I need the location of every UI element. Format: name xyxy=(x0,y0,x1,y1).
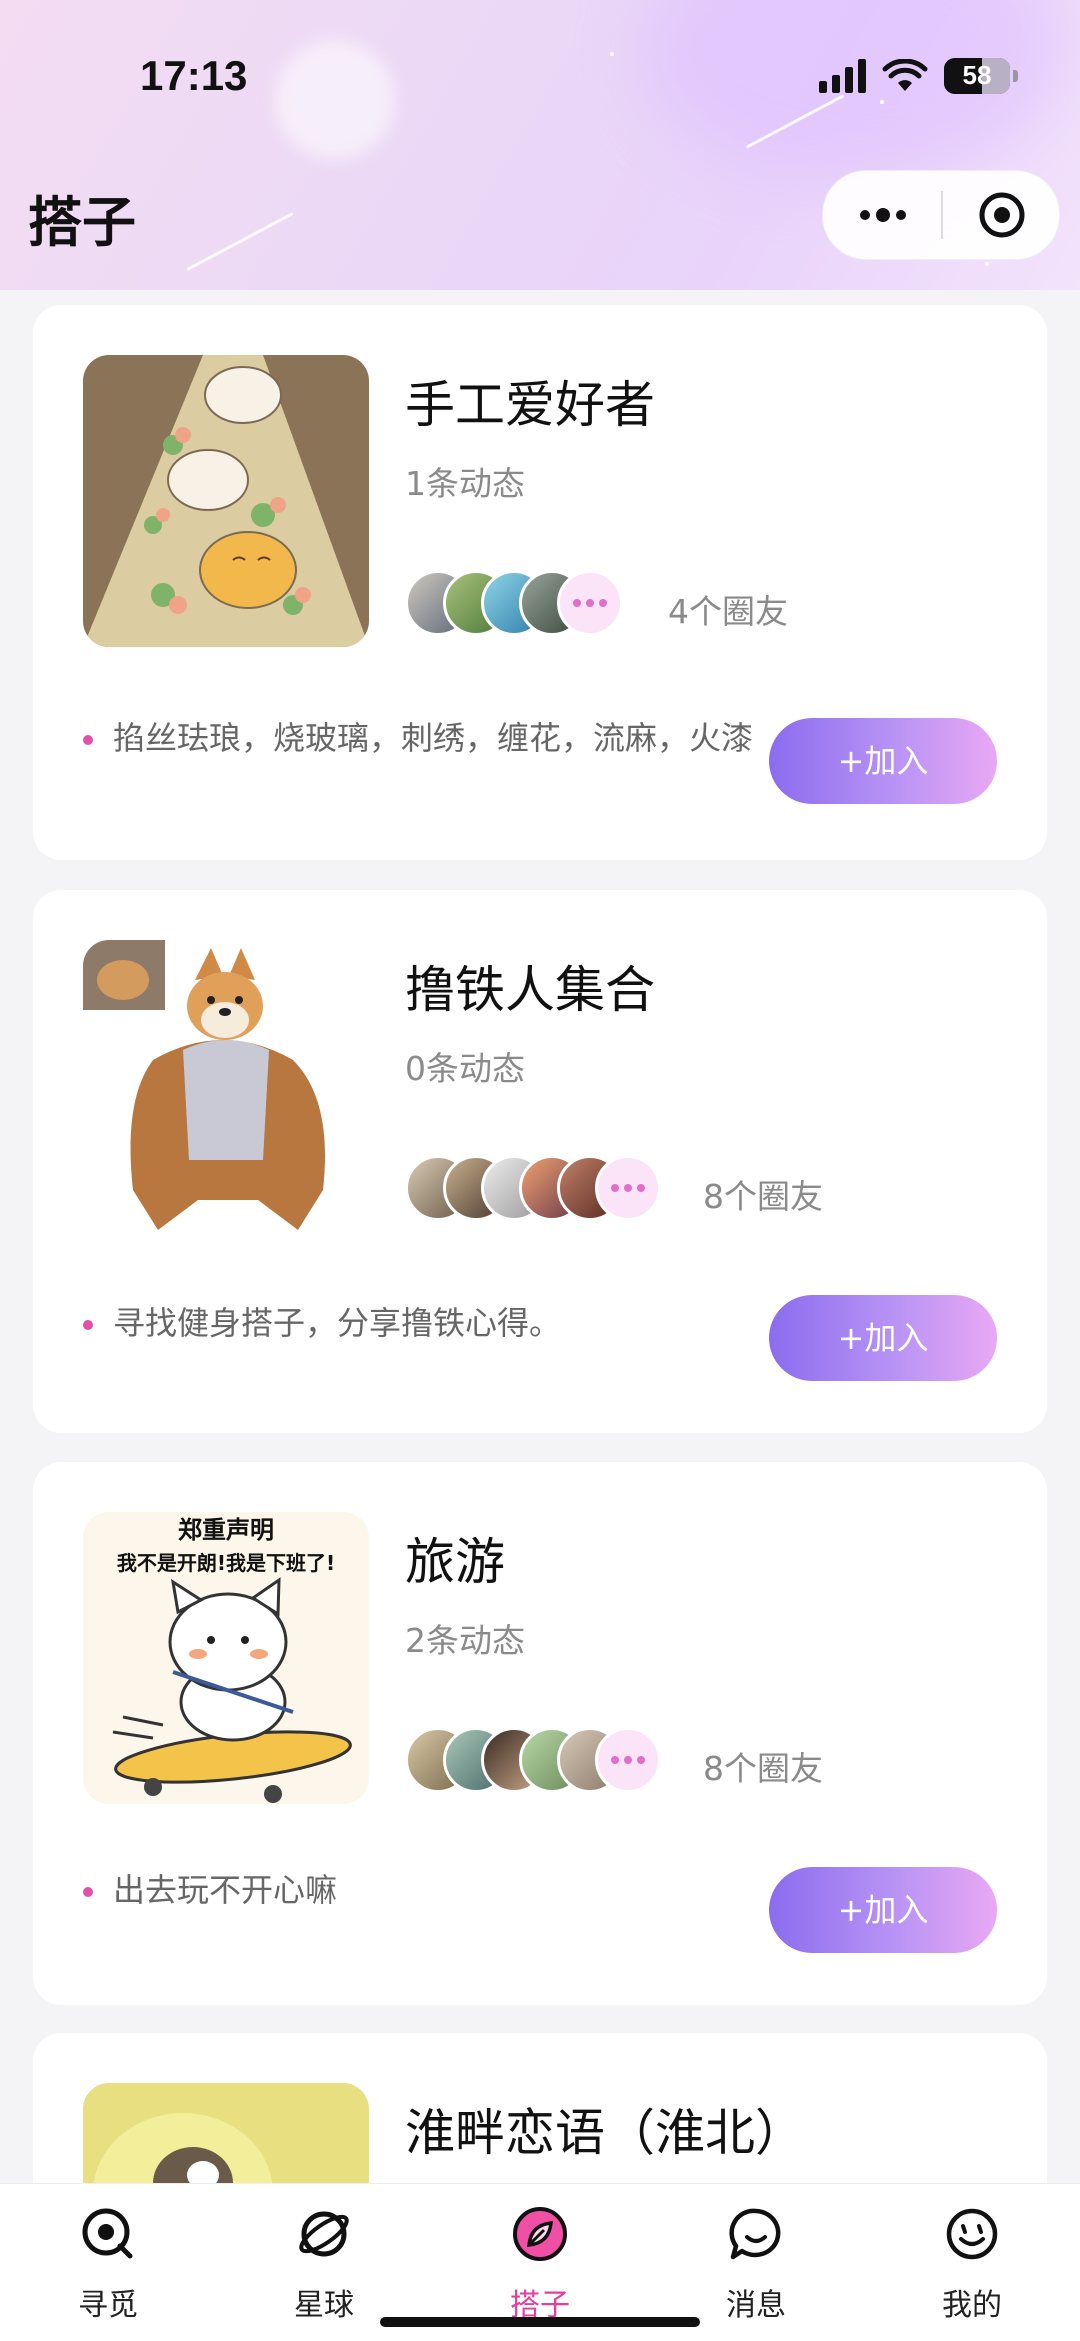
meme-text-line2: 我不是开朗!我是下班了! xyxy=(117,1551,335,1575)
group-card[interactable]: 手工爱好者 1条动态 4个圈友 掐丝珐琅，烧玻璃，刺绣，缠花，流麻，火漆 +加入 xyxy=(33,305,1047,860)
home-indicator xyxy=(380,2317,700,2327)
wifi-icon xyxy=(882,59,928,91)
mini-program-capsule xyxy=(822,170,1060,260)
post-count: 1条动态 xyxy=(405,464,525,503)
nav-label: 我的 xyxy=(942,2288,1002,2323)
battery-icon: 58 xyxy=(944,58,1018,94)
nav-label: 消息 xyxy=(726,2288,786,2323)
meme-text-line1: 郑重声明 xyxy=(178,1516,274,1544)
join-button[interactable]: +加入 xyxy=(769,1295,997,1381)
nav-item-planet[interactable]: 星球 xyxy=(254,2184,394,2341)
group-cover-image: 郑重声明 我不是开朗!我是下班了! xyxy=(83,1512,369,1804)
group-title: 淮畔恋语（淮北） xyxy=(405,2104,805,2162)
member-avatars[interactable] xyxy=(405,1727,661,1793)
target-circle-icon[interactable] xyxy=(977,190,1027,240)
more-members-icon xyxy=(557,570,623,636)
nav-label: 寻觅 xyxy=(78,2288,138,2323)
group-card[interactable]: 撸铁人集合 0条动态 8个圈友 寻找健身搭子，分享撸铁心得。 +加入 xyxy=(33,890,1047,1433)
nav-item-me[interactable]: 我的 xyxy=(902,2184,1042,2341)
signal-icon xyxy=(819,59,866,93)
nav-item-messages[interactable]: 消息 xyxy=(686,2184,826,2341)
more-dots-icon[interactable] xyxy=(855,197,911,233)
status-icons: 58 xyxy=(819,58,1018,94)
app-screen: 17:13 58 搭子 手工爱好者 1条动态 4个圈友 掐丝珐琅，烧玻璃，刺绣，… xyxy=(0,0,1080,2341)
member-avatars[interactable] xyxy=(405,570,623,636)
more-members-icon xyxy=(595,1155,661,1221)
group-title: 撸铁人集合 xyxy=(405,961,655,1019)
search-bubble-icon xyxy=(82,2208,133,2259)
smile-face-icon xyxy=(946,2208,998,2260)
member-avatars[interactable] xyxy=(405,1155,661,1221)
capsule-divider xyxy=(941,191,943,239)
header-sparkle xyxy=(985,262,989,266)
header-moon xyxy=(275,40,395,160)
post-count: 2条动态 xyxy=(405,1621,525,1660)
member-count: 8个圈友 xyxy=(703,1177,823,1216)
battery-level: 58 xyxy=(962,60,992,90)
header-streak xyxy=(186,212,294,271)
group-tagline: 寻找健身搭子，分享撸铁心得。 xyxy=(83,1298,763,1348)
header-sparkle xyxy=(880,100,884,104)
group-tagline: 出去玩不开心嘛 xyxy=(83,1865,763,1915)
group-title: 旅游 xyxy=(405,1533,505,1591)
group-cover-image xyxy=(83,355,369,647)
member-count: 4个圈友 xyxy=(668,592,788,631)
header: 17:13 58 搭子 xyxy=(0,0,1080,290)
message-bubble-icon xyxy=(729,2208,781,2260)
group-card[interactable]: 郑重声明 我不是开朗!我是下班了! 旅游 2条动态 8个圈友 出去玩不开心嘛 +… xyxy=(33,1462,1047,2005)
page-title: 搭子 xyxy=(28,191,136,254)
nav-item-search[interactable]: 寻觅 xyxy=(38,2184,178,2341)
post-count: 0条动态 xyxy=(405,1049,525,1088)
status-time: 17:13 xyxy=(140,52,248,99)
nav-label: 星球 xyxy=(294,2288,354,2323)
join-button[interactable]: +加入 xyxy=(769,1867,997,1953)
planet-icon xyxy=(299,2211,349,2257)
header-sparkle xyxy=(610,52,614,56)
group-tagline: 掐丝珐琅，烧玻璃，刺绣，缠花，流麻，火漆 xyxy=(83,713,763,763)
join-button[interactable]: +加入 xyxy=(769,718,997,804)
leaf-icon xyxy=(513,2207,567,2261)
more-members-icon xyxy=(595,1727,661,1793)
member-count: 8个圈友 xyxy=(703,1749,823,1788)
group-title: 手工爱好者 xyxy=(405,376,655,434)
group-cover-image xyxy=(83,940,369,1232)
